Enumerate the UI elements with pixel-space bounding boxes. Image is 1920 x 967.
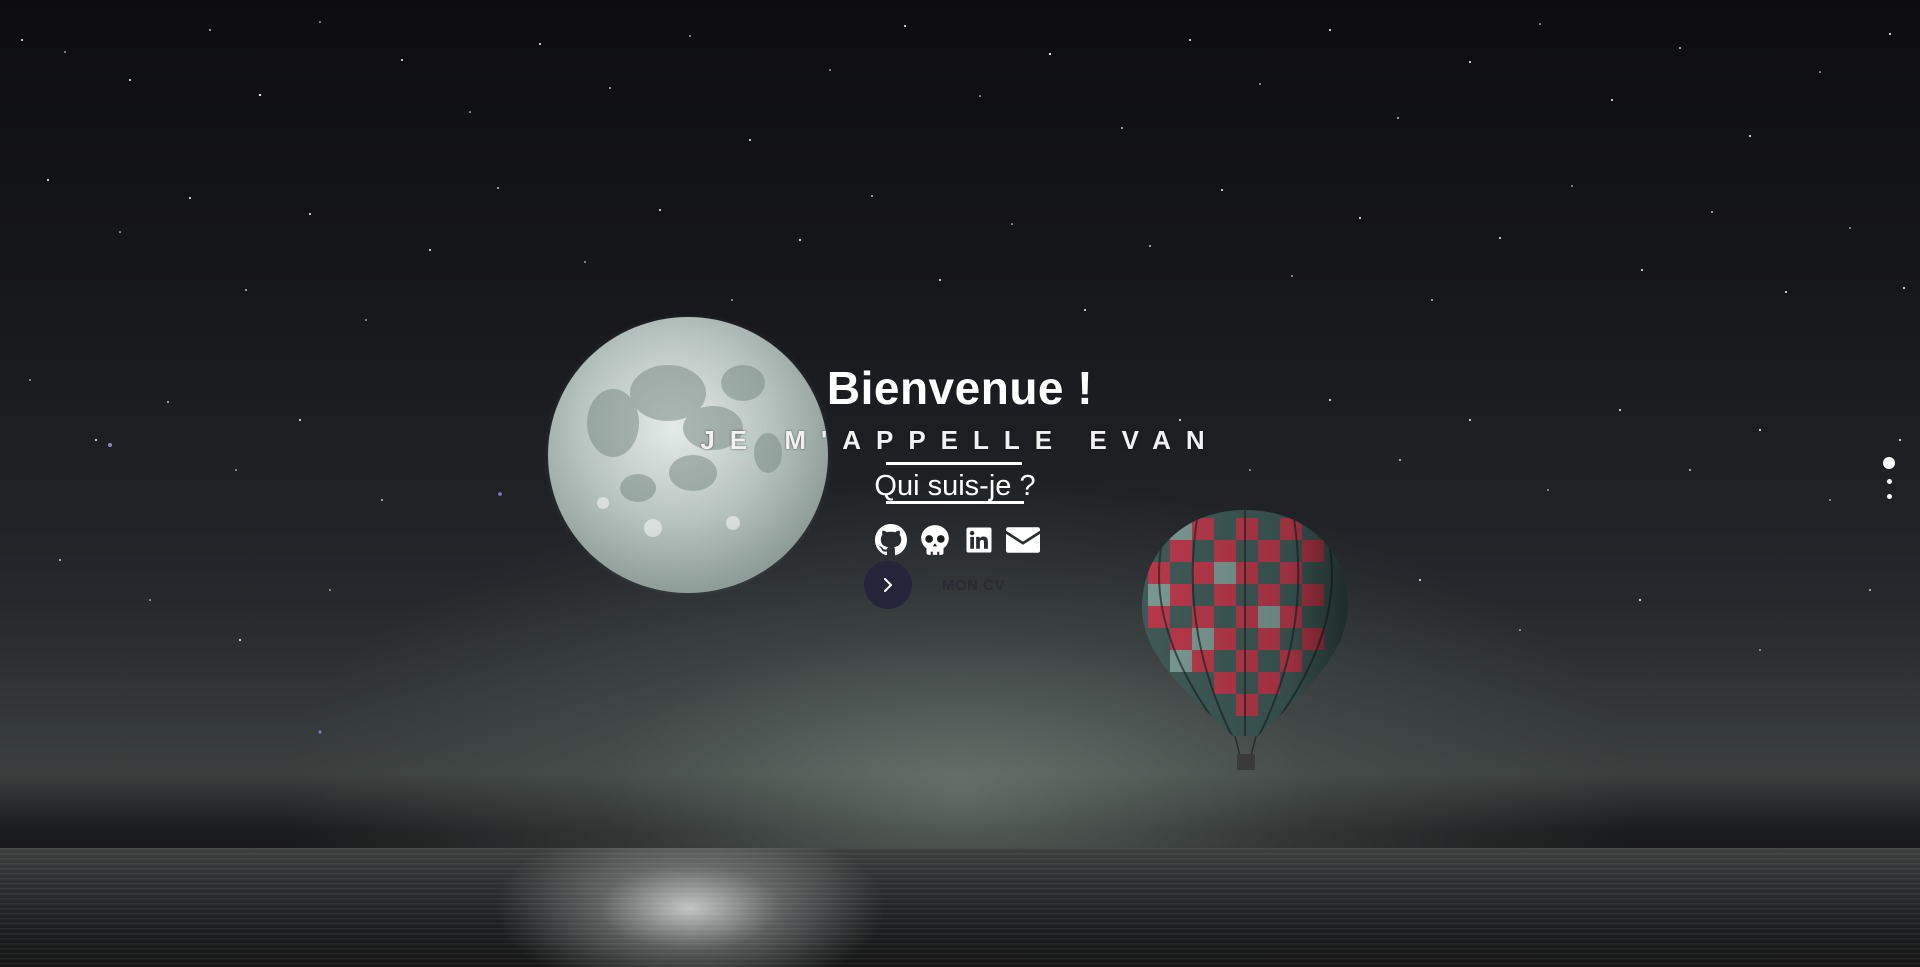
section-dot-1[interactable] — [1883, 457, 1895, 469]
section-nav-dots — [1882, 457, 1896, 499]
skull-link[interactable] — [918, 523, 952, 557]
section-dot-2[interactable] — [1886, 479, 1892, 484]
envelope-icon — [1006, 527, 1040, 553]
social-links — [874, 520, 1040, 560]
cv-label[interactable]: MON CV — [942, 577, 1005, 594]
section-dot-3[interactable] — [1886, 494, 1892, 499]
hero-content: Bienvenue ! JE M'APPELLE EVAN Qui suis-j… — [0, 0, 1920, 967]
cv-row: MON CV — [864, 561, 1005, 609]
who-am-i-underline — [886, 501, 1024, 504]
linkedin-icon — [966, 527, 992, 553]
github-link[interactable] — [874, 523, 908, 557]
chevron-right-icon — [884, 578, 892, 592]
welcome-title: Bienvenue ! — [826, 362, 1094, 414]
cv-button[interactable] — [864, 561, 912, 609]
linkedin-link[interactable] — [962, 523, 996, 557]
hero-section: Bienvenue ! JE M'APPELLE EVAN Qui suis-j… — [0, 0, 1920, 967]
email-link[interactable] — [1006, 523, 1040, 557]
who-am-i-link[interactable]: Qui suis-je ? — [860, 466, 1050, 506]
github-icon — [875, 524, 907, 556]
name-subtitle: JE M'APPELLE EVAN — [700, 425, 1220, 455]
subtitle-underline — [886, 462, 1022, 465]
skull-icon — [921, 525, 949, 555]
